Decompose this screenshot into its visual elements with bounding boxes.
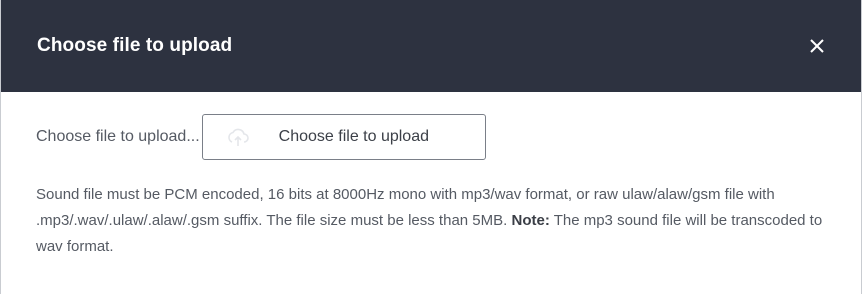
dialog-body: Choose file to upload... Choose file to … — [1, 92, 861, 260]
dialog-header: Choose file to upload — [1, 0, 861, 92]
help-text: Sound file must be PCM encoded, 16 bits … — [36, 182, 836, 260]
choose-file-button-label: Choose file to upload — [278, 128, 429, 145]
upload-dialog: Choose file to upload Choose file to upl… — [0, 0, 862, 294]
close-button[interactable] — [803, 32, 831, 60]
upload-icon — [227, 128, 249, 146]
close-icon — [810, 39, 824, 53]
upload-label: Choose file to upload... — [36, 128, 200, 145]
upload-row: Choose file to upload... Choose file to … — [36, 114, 826, 160]
choose-file-button[interactable]: Choose file to upload — [201, 114, 486, 160]
dialog-title: Choose file to upload — [37, 35, 233, 56]
note-label: Note: — [511, 212, 550, 229]
